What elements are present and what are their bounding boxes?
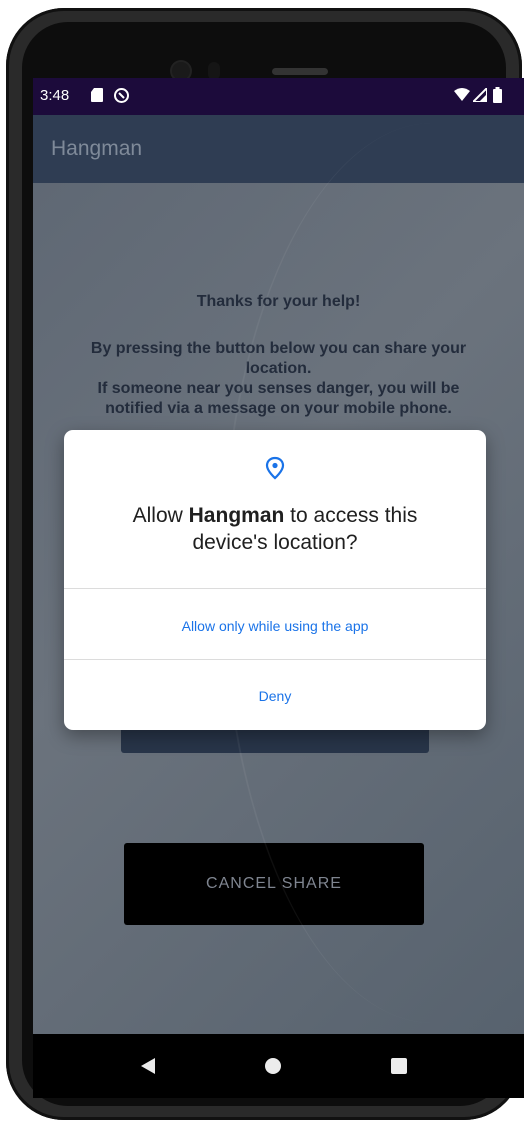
- dialog-app-name: Hangman: [188, 504, 285, 527]
- cancel-share-button[interactable]: CANCEL SHARE: [124, 843, 424, 925]
- app-title: Hangman: [51, 137, 143, 160]
- status-time: 3:48: [40, 87, 70, 104]
- screen: 3:48 Hangman Thanks for your help! By pr…: [33, 78, 524, 1034]
- navigation-bar: [33, 1034, 524, 1098]
- sync-icon: [113, 87, 130, 109]
- dialog-title-prefix: Allow: [132, 504, 189, 527]
- info-line-1: By pressing the button below you can sha…: [90, 340, 467, 357]
- wifi-icon: [454, 88, 470, 107]
- battery-icon: [493, 87, 502, 108]
- allow-while-using-button[interactable]: Allow only while using the app: [64, 618, 486, 634]
- location-pin-icon: [264, 456, 286, 485]
- earpiece-speaker: [272, 68, 328, 75]
- back-icon[interactable]: [141, 1058, 155, 1074]
- signal-icon: [470, 85, 488, 107]
- dialog-title-suffix: to access this: [284, 504, 418, 527]
- location-permission-dialog: Allow Hangman to access this device's lo…: [64, 430, 486, 730]
- cancel-share-label: CANCEL SHARE: [206, 875, 342, 892]
- thanks-heading: Thanks for your help!: [196, 293, 361, 310]
- home-icon[interactable]: [265, 1058, 281, 1074]
- sd-card-icon: [90, 87, 104, 108]
- info-line-4: notified via a message on your mobile ph…: [105, 400, 452, 417]
- dialog-title-line2: device's location?: [192, 531, 358, 554]
- status-bar: 3:48: [33, 78, 524, 115]
- info-line-2: location.: [245, 360, 312, 377]
- info-line-3: If someone near you senses danger, you w…: [97, 380, 460, 397]
- dialog-divider-2: [64, 659, 486, 660]
- dialog-title: Allow Hangman to access this device's lo…: [74, 502, 476, 556]
- deny-button[interactable]: Deny: [64, 688, 486, 704]
- dialog-divider-1: [64, 588, 486, 589]
- recents-icon[interactable]: [391, 1058, 407, 1074]
